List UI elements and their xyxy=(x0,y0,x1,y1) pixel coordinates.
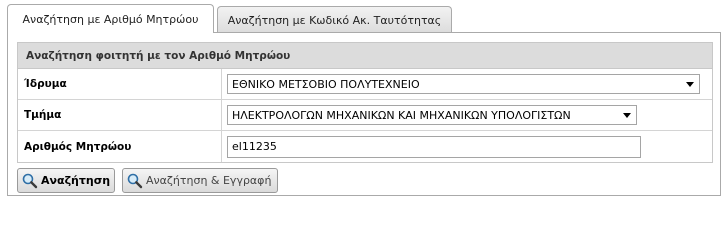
department-select[interactable]: ΗΛΕΚΤΡΟΛΟΓΩΝ ΜΗΧΑΝΙΚΩΝ ΚΑΙ ΜΗΧΑΝΙΚΩΝ ΥΠΟ… xyxy=(227,105,637,125)
institution-select[interactable]: ΕΘΝΙΚΟ ΜΕΤΣΟΒΙΟ ΠΟΛΥΤΕΧΝΕΙΟ xyxy=(227,74,700,94)
tab-label: Αναζήτηση με Κωδικό Ακ. Ταυτότητας xyxy=(227,13,442,27)
tab-search-by-academic-id[interactable]: Αναζήτηση με Κωδικό Ακ. Ταυτότητας xyxy=(217,6,452,33)
tab-bar: Αναζήτηση με Αριθμό Μητρώου Αναζήτηση με… xyxy=(7,4,455,33)
search-form: Αναζήτηση φοιτητή με τον Αριθμό Μητρώου … xyxy=(17,42,713,163)
form-title: Αναζήτηση φοιτητή με τον Αριθμό Μητρώου xyxy=(18,43,712,69)
magnifier-icon xyxy=(22,173,38,189)
search-and-register-button-label: Αναζήτηση & Εγγραφή xyxy=(146,174,272,187)
form-row-institution: Ίδρυμα ΕΘΝΙΚΟ ΜΕΤΣΟΒΙΟ ΠΟΛΥΤΕΧΝΕΙΟ xyxy=(18,69,712,100)
search-button-label: Αναζήτηση xyxy=(41,174,111,187)
dropdown-arrow-icon xyxy=(623,113,631,118)
tab-label: Αναζήτηση με Αριθμό Μητρώου xyxy=(22,12,199,26)
department-label: Τμήμα xyxy=(18,100,222,130)
search-button[interactable]: Αναζήτηση xyxy=(17,168,115,193)
form-row-registration-number: Αριθμός Μητρώου el11235 xyxy=(18,131,712,162)
tab-panel: Αναζήτηση φοιτητή με τον Αριθμό Μητρώου … xyxy=(7,32,721,196)
magnifier-icon xyxy=(127,173,143,189)
dropdown-arrow-icon xyxy=(686,82,694,87)
department-selected-value: ΗΛΕΚΤΡΟΛΟΓΩΝ ΜΗΧΑΝΙΚΩΝ ΚΑΙ ΜΗΧΑΝΙΚΩΝ ΥΠΟ… xyxy=(232,108,571,122)
tab-search-by-registration-number[interactable]: Αναζήτηση με Αριθμό Μητρώου xyxy=(7,4,214,33)
registration-number-input[interactable]: el11235 xyxy=(227,135,641,158)
form-row-department: Τμήμα ΗΛΕΚΤΡΟΛΟΓΩΝ ΜΗΧΑΝΙΚΩΝ ΚΑΙ ΜΗΧΑΝΙΚ… xyxy=(18,100,712,131)
search-and-register-button[interactable]: Αναζήτηση & Εγγραφή xyxy=(122,168,278,193)
institution-label: Ίδρυμα xyxy=(18,69,222,99)
registration-number-label: Αριθμός Μητρώου xyxy=(18,131,222,162)
institution-selected-value: ΕΘΝΙΚΟ ΜΕΤΣΟΒΙΟ ΠΟΛΥΤΕΧΝΕΙΟ xyxy=(232,77,420,91)
